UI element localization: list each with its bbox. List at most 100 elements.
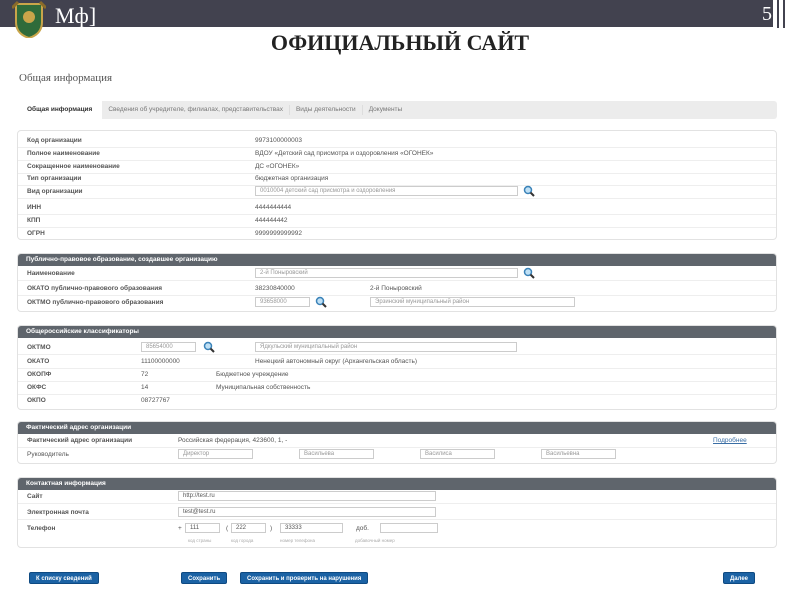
ppo-oktmo-name-input[interactable]: Эрзинский муниципальный район bbox=[370, 297, 575, 307]
brand-mark: Мф] bbox=[55, 3, 97, 28]
back-to-list-button[interactable]: К списку сведений bbox=[29, 572, 99, 584]
field-label: Код организации bbox=[27, 137, 82, 144]
field-label: ОГРН bbox=[27, 229, 45, 237]
field-value: ДС «ОГОНЕК» bbox=[255, 162, 300, 170]
country-code-input[interactable]: 111 bbox=[185, 523, 220, 533]
field-value: 4444444444 bbox=[255, 204, 292, 211]
field-label: Полное наименование bbox=[27, 149, 100, 157]
okpo-code: 08727767 bbox=[141, 397, 170, 404]
divider bbox=[777, 0, 779, 28]
more-link[interactable]: Подробнее bbox=[713, 437, 747, 444]
tab-activities[interactable]: Виды деятельности bbox=[290, 105, 363, 115]
info-row: ОГРН 9999999999992 bbox=[18, 228, 776, 241]
field-label: КПП bbox=[27, 216, 41, 224]
ppo-oktmo-input[interactable]: 93658000 bbox=[255, 297, 310, 307]
search-icon[interactable] bbox=[523, 267, 535, 279]
tab-documents[interactable]: Документы bbox=[363, 105, 409, 115]
ext-label: доб. bbox=[356, 525, 369, 532]
paren: ( bbox=[226, 525, 229, 532]
oktmo-input[interactable]: 85654000 bbox=[141, 342, 196, 352]
info-row: КПП 444444442 bbox=[18, 215, 776, 228]
head-lastname-input[interactable]: Васильева bbox=[299, 449, 374, 459]
field-label: Сокращенное наименование bbox=[27, 162, 120, 170]
section-header: Фактический адрес организации bbox=[18, 422, 776, 434]
top-bar bbox=[0, 0, 773, 27]
ppo-section: Публично-правовое образование, создавшее… bbox=[17, 253, 777, 312]
tab-bar: Общая информация Сведения об учредителе,… bbox=[17, 101, 777, 119]
classifiers-section: Общероссийские классификаторы ОКТМО 8565… bbox=[17, 325, 777, 410]
section-header: Общероссийские классификаторы bbox=[18, 326, 776, 338]
section-header: Контактная информация bbox=[18, 478, 776, 490]
ppo-okato-code: 38230840000 bbox=[255, 285, 295, 292]
contacts-section: Контактная информация Сайт http://test.r… bbox=[17, 477, 777, 548]
info-row: Тип организации бюджетная организация bbox=[18, 173, 776, 187]
field-label: Сайт bbox=[27, 493, 43, 500]
email-input[interactable]: test@test.ru bbox=[178, 507, 436, 517]
search-icon[interactable] bbox=[315, 296, 327, 308]
field-label: Вид организации bbox=[27, 188, 83, 196]
city-code-input[interactable]: 222 bbox=[231, 523, 266, 533]
phone-number-input[interactable]: 33333 bbox=[280, 523, 343, 533]
page-title: Общая информация bbox=[19, 72, 113, 84]
info-row: Код организации 9973100000003 bbox=[18, 135, 776, 148]
ext-input[interactable] bbox=[380, 523, 438, 533]
info-row: Вид организации 0010004 детский сад присм… bbox=[18, 185, 776, 200]
search-icon[interactable] bbox=[523, 185, 535, 197]
field-label: Телефон bbox=[27, 525, 56, 532]
head-patronymic-input[interactable]: Васильевна bbox=[541, 449, 616, 459]
head-position-input[interactable]: Директор bbox=[178, 449, 253, 459]
field-label: Наименование bbox=[27, 270, 75, 277]
tab-founder[interactable]: Сведения об учредителе, филиалах, предст… bbox=[102, 105, 290, 115]
okato-name: Ненецкий автономный округ (Архангельская… bbox=[255, 358, 418, 365]
general-section: Код организации 9973100000003 Полное наиме… bbox=[17, 130, 777, 240]
field-label: ИНН bbox=[27, 204, 42, 211]
field-label: ОКАТО bbox=[27, 358, 50, 365]
address-value: Российская федерация, 423600, 1, - bbox=[178, 437, 288, 444]
okfs-code: 14 bbox=[141, 384, 149, 391]
paren: ) bbox=[270, 525, 273, 532]
field-label: ОКТМО публично-правового образования bbox=[27, 299, 164, 306]
field-value: 9973100000003 bbox=[255, 137, 302, 144]
slide-number: 5 bbox=[762, 3, 772, 25]
ppo-name-input[interactable]: 2-й Поныровский bbox=[255, 268, 518, 278]
okfs-name: Муниципальная собственность bbox=[216, 384, 311, 391]
org-kind-input[interactable]: 0010004 детский сад присмотра и оздоровл… bbox=[255, 186, 518, 197]
field-label: ОКФС bbox=[27, 384, 47, 391]
plus-sign: + bbox=[178, 525, 182, 532]
field-label: ОКОПФ bbox=[27, 371, 52, 378]
info-row: Сокращенное наименование ДС «ОГОНЕК» bbox=[18, 161, 776, 174]
field-label: ОКАТО публично-правового образования bbox=[27, 285, 163, 292]
tab-general[interactable]: Общая информация bbox=[17, 101, 103, 119]
field-label: Фактический адрес организации bbox=[27, 437, 133, 444]
section-header: Публично-правовое образование, создавшее… bbox=[18, 254, 776, 266]
save-button[interactable]: Сохранить bbox=[181, 572, 228, 584]
okopf-name: Бюджетное учреждение bbox=[216, 371, 289, 378]
caption: номер телефона bbox=[280, 538, 316, 543]
oktmo-name-input[interactable]: Ядкульский муниципальный район bbox=[255, 342, 517, 352]
save-and-check-button[interactable]: Сохранить и проверить на нарушения bbox=[240, 572, 369, 584]
address-section: Фактический адрес организации Фактически… bbox=[17, 421, 777, 464]
info-row: Полное наименование ВДОУ «Детский сад при… bbox=[18, 148, 776, 161]
field-label: ОКТМО bbox=[27, 344, 51, 351]
search-icon[interactable] bbox=[203, 341, 215, 353]
field-value: 444444442 bbox=[255, 216, 288, 224]
field-label: ОКПО bbox=[27, 397, 46, 404]
field-value: 9999999999992 bbox=[255, 229, 302, 237]
head-firstname-input[interactable]: Василиса bbox=[420, 449, 495, 459]
site-input[interactable]: http://test.ru bbox=[178, 491, 436, 501]
caption: код города bbox=[231, 538, 254, 543]
caption: добавочный номер bbox=[355, 538, 395, 543]
field-value: ВДОУ «Детский сад присмотра и оздоровлен… bbox=[255, 149, 434, 157]
caption: код страны bbox=[188, 538, 212, 543]
okato-code: 11100000000 bbox=[141, 358, 180, 365]
next-button[interactable]: Далее bbox=[723, 572, 756, 584]
field-value: бюджетная организация bbox=[255, 175, 329, 183]
divider bbox=[783, 0, 785, 28]
field-label: Тип организации bbox=[27, 175, 82, 183]
ppo-okato-name: 2-й Поныровский bbox=[370, 285, 422, 292]
okopf-code: 72 bbox=[141, 371, 149, 378]
page-heading: ОФИЦИАЛЬНЫЙ САЙТ bbox=[270, 30, 530, 55]
info-row: ИНН 4444444444 bbox=[18, 202, 776, 215]
field-label: Руководитель bbox=[27, 451, 69, 458]
field-label: Электронная почта bbox=[27, 509, 89, 516]
